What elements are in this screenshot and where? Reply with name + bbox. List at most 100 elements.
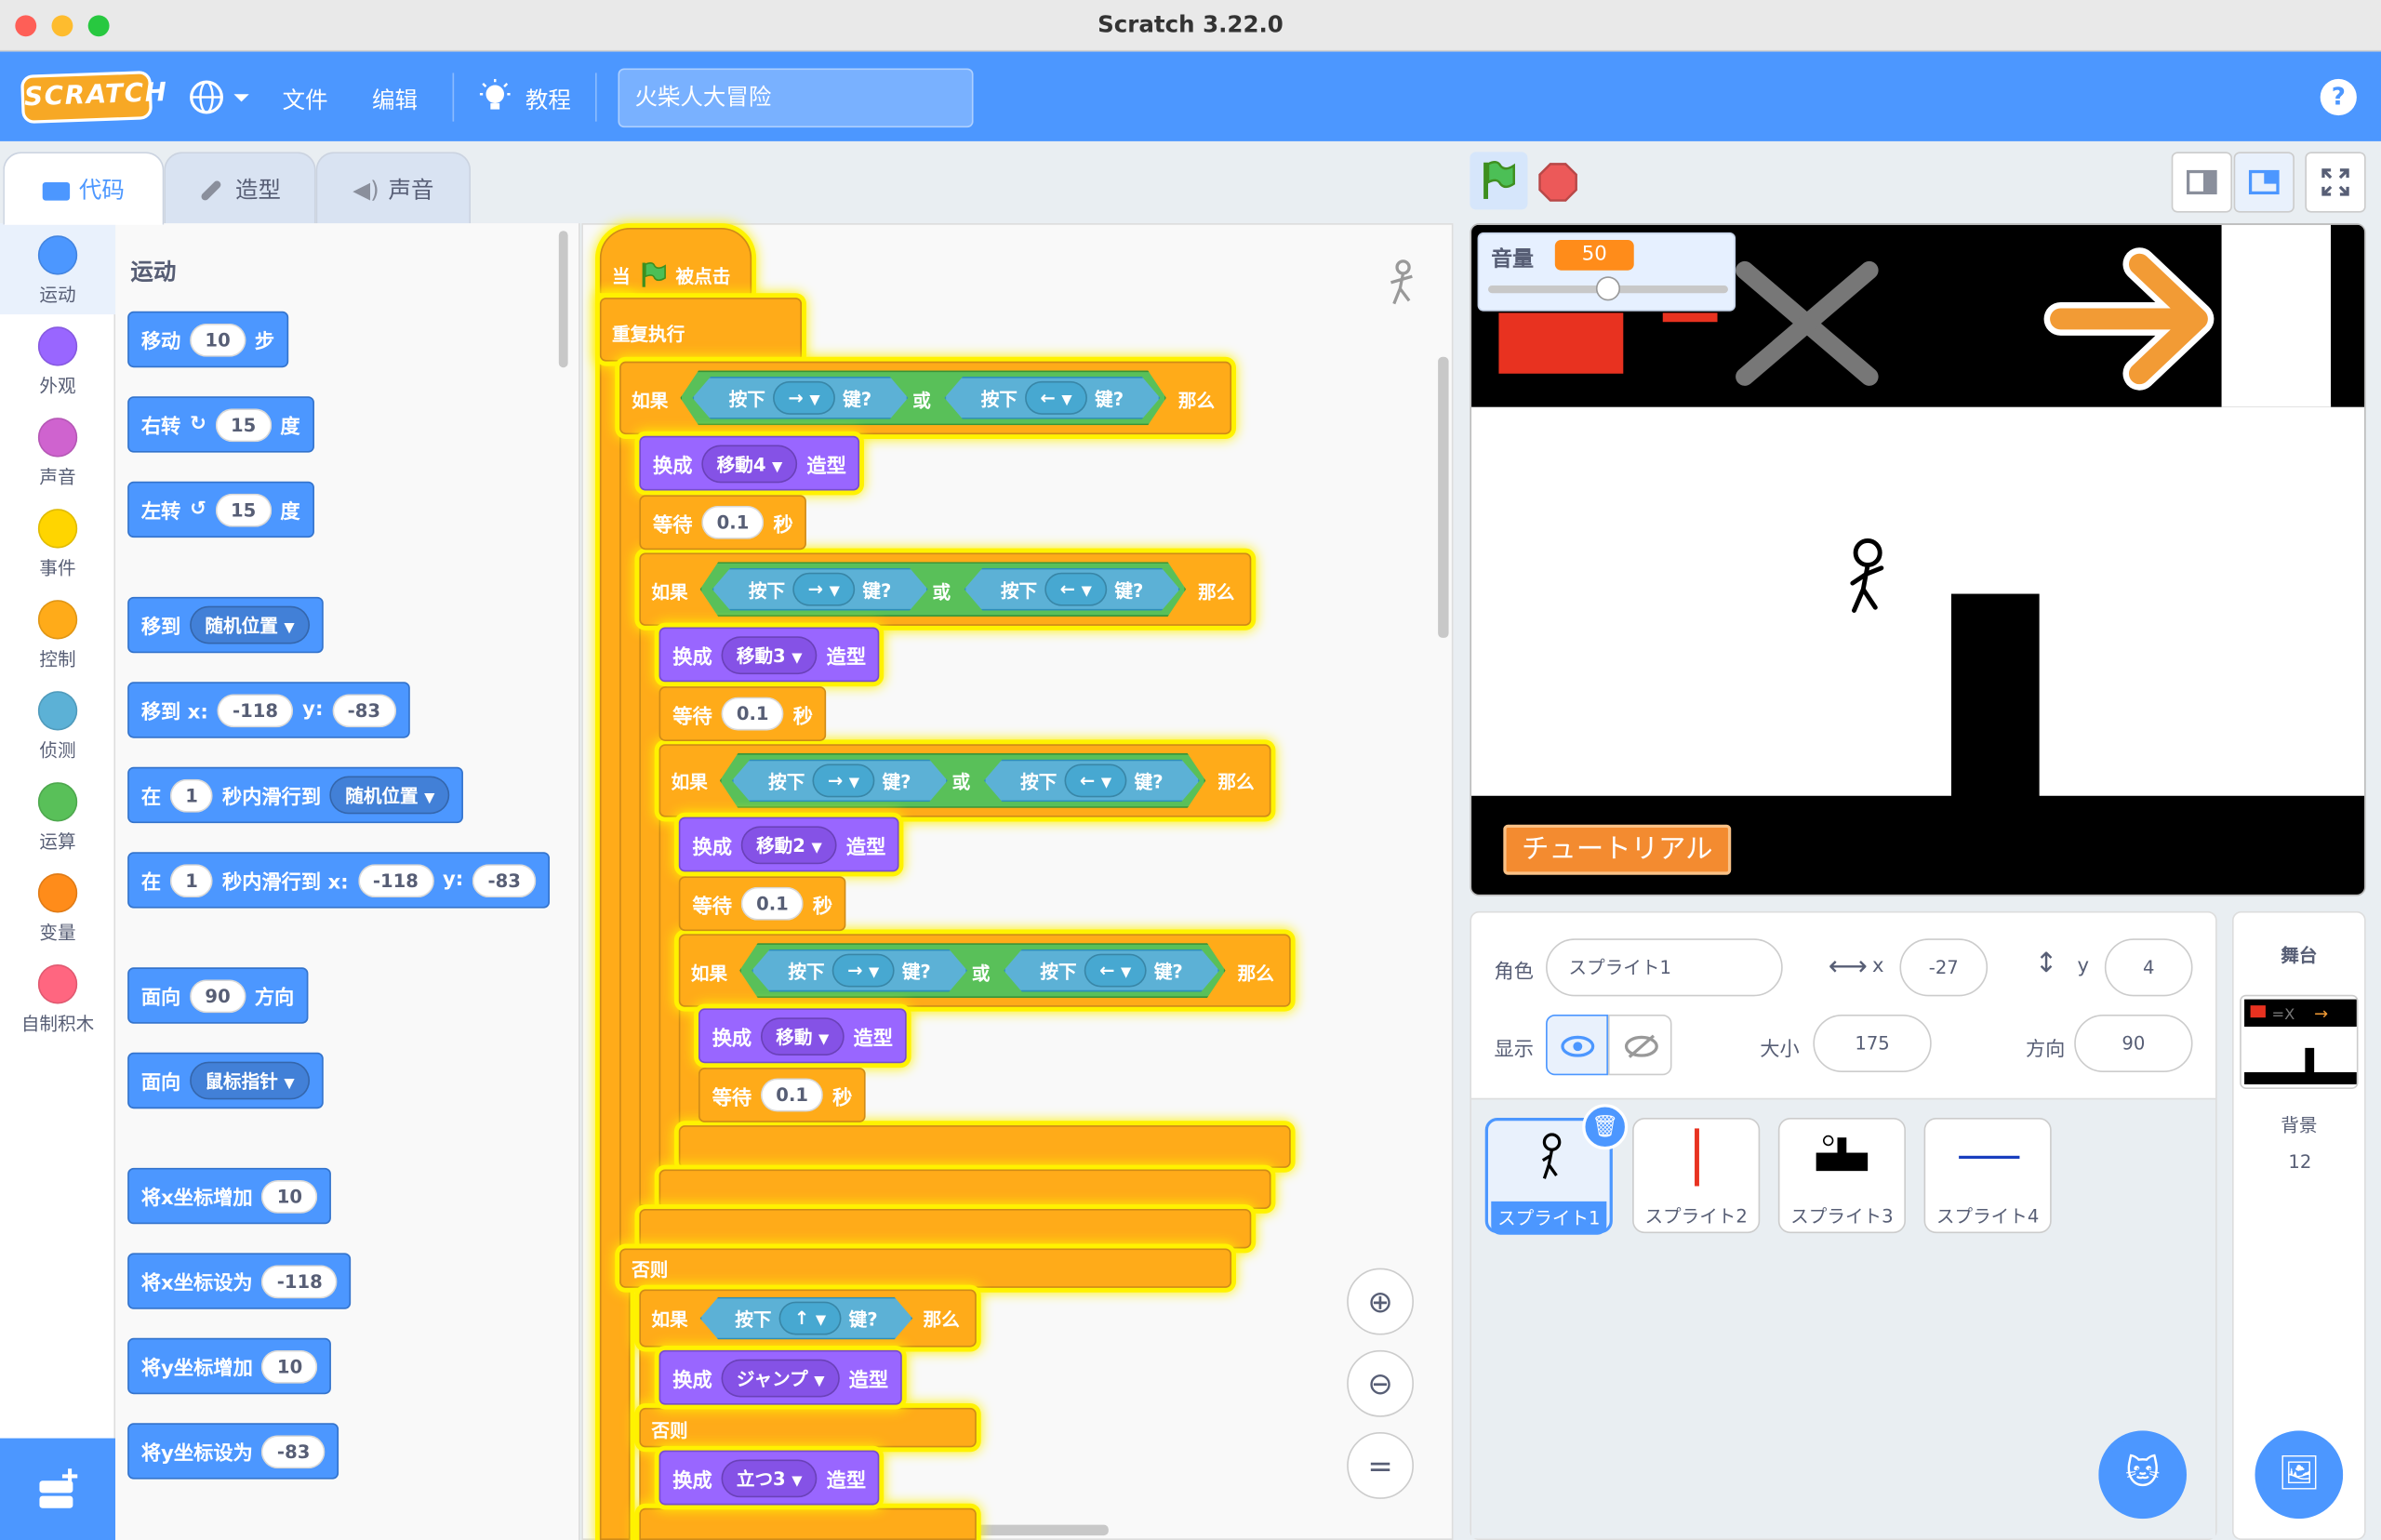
y-position-input[interactable]: 4 — [2104, 938, 2193, 997]
costume-dropdown[interactable]: 立つ3 ▼ — [721, 1458, 818, 1497]
key-pressed-right-block[interactable]: 按下 → ▼ 键? — [752, 949, 967, 992]
sprite-tile-4[interactable]: スプライト4 — [1923, 1117, 2052, 1234]
choose-sprite-button[interactable]: 🐱 — [2098, 1430, 2188, 1520]
point-direction-block[interactable]: 面向 90 方向 — [127, 967, 308, 1024]
size-input[interactable]: 175 — [1813, 1014, 1932, 1072]
switch-costume-block[interactable]: 换成 移動2 ▼ 造型 — [678, 816, 900, 872]
block-input[interactable]: -118 — [217, 693, 294, 727]
key-pressed-left-block[interactable]: 按下 ← ▼ 键? — [945, 377, 1161, 419]
green-flag-button[interactable] — [1470, 152, 1528, 210]
goto-xy-block[interactable]: 移到 x: -118 y: -83 — [127, 682, 410, 738]
goto-block[interactable]: 移到 随机位置 ▼ — [127, 596, 324, 654]
choose-backdrop-button[interactable]: 🖼 — [2255, 1430, 2344, 1520]
point-towards-dropdown[interactable]: 鼠标指针 ▼ — [190, 1061, 310, 1100]
category-variables[interactable]: 变量 — [0, 861, 115, 952]
block-input[interactable]: 10 — [190, 323, 246, 356]
key-dropdown[interactable]: → ▼ — [773, 381, 835, 415]
block-input[interactable]: 15 — [215, 492, 272, 526]
key-dropdown[interactable]: ← ▼ — [1065, 763, 1127, 797]
switch-costume-block[interactable]: 换成 ジャンプ ▼ 造型 — [658, 1349, 902, 1405]
category-motion[interactable]: 运动 — [0, 223, 116, 315]
switch-costume-block[interactable]: 换成 移動3 ▼ 造型 — [658, 627, 880, 683]
set-y-block[interactable]: 将y坐标设为 -83 — [127, 1423, 339, 1480]
costume-dropdown[interactable]: 移動 ▼ — [760, 1016, 845, 1055]
block-input[interactable]: -118 — [261, 1264, 339, 1298]
key-dropdown[interactable]: ← ▼ — [1044, 573, 1107, 606]
glide-dropdown[interactable]: 随机位置 ▼ — [329, 776, 450, 815]
block-input[interactable]: 0.1 — [721, 697, 784, 731]
change-y-block[interactable]: 将y坐标增加 10 — [127, 1337, 332, 1395]
stop-button[interactable] — [1536, 161, 1579, 209]
block-input[interactable]: 0.1 — [740, 886, 805, 921]
key-pressed-right-block[interactable]: 按下 → ▼ 键? — [692, 377, 908, 419]
glide-xy-block[interactable]: 在 1 秒内滑行到 x: -118 y: -83 — [127, 852, 550, 909]
set-x-block[interactable]: 将x坐标设为 -118 — [127, 1253, 352, 1309]
goto-dropdown[interactable]: 随机位置 ▼ — [190, 605, 310, 644]
category-events[interactable]: 事件 — [0, 497, 115, 588]
tutorial-button[interactable]: チュートリアル — [1503, 824, 1732, 875]
glide-block[interactable]: 在 1 秒内滑行到 随机位置 ▼ — [127, 766, 464, 824]
sprite-tile-3[interactable]: スプライト3 — [1777, 1117, 1906, 1234]
key-pressed-left-block[interactable]: 按下 ← ▼ 键? — [984, 760, 1200, 803]
zoom-in-button[interactable]: ⊕ — [1347, 1268, 1414, 1335]
key-dropdown[interactable]: → ▼ — [813, 763, 875, 797]
key-pressed-left-block[interactable]: 按下 ← ▼ 键? — [964, 568, 1180, 611]
x-position-input[interactable]: -27 — [1899, 938, 1989, 997]
category-operators[interactable]: 运算 — [0, 770, 115, 861]
palette-scrollbar[interactable] — [558, 231, 568, 368]
tutorials-menu[interactable]: 教程 — [525, 84, 571, 115]
wait-block[interactable]: 等待 0.1 秒 — [678, 876, 846, 932]
key-pressed-right-block[interactable]: 按下 → ▼ 键? — [732, 760, 948, 803]
block-input[interactable]: 10 — [261, 1179, 318, 1214]
switch-costume-block[interactable]: 换成 移動 ▼ 造型 — [698, 1008, 907, 1064]
costume-dropdown[interactable]: ジャンプ ▼ — [721, 1358, 840, 1397]
costume-dropdown[interactable]: 移動2 ▼ — [740, 825, 838, 864]
wait-block[interactable]: 等待 0.1 秒 — [639, 495, 807, 551]
backdrop-thumbnail[interactable]: =X → — [2240, 994, 2359, 1089]
block-input[interactable]: -83 — [472, 863, 537, 897]
direction-input[interactable]: 90 — [2074, 1014, 2193, 1072]
category-my-blocks[interactable]: 自制积木 — [0, 952, 115, 1043]
stage-canvas[interactable] — [1470, 223, 2366, 896]
block-input[interactable]: 1 — [169, 777, 214, 812]
large-stage-button[interactable] — [2233, 152, 2295, 213]
key-dropdown[interactable]: ↑ ▼ — [779, 1302, 842, 1335]
sprite-tile-2[interactable]: スプライト2 — [1632, 1117, 1761, 1234]
block-input[interactable]: 1 — [169, 863, 214, 897]
key-dropdown[interactable]: ← ▼ — [1084, 954, 1147, 988]
key-dropdown[interactable]: → ▼ — [792, 573, 855, 606]
when-flag-clicked-block[interactable]: 当 被点击 — [612, 261, 730, 288]
change-x-block[interactable]: 将x坐标增加 10 — [127, 1167, 332, 1225]
costume-dropdown[interactable]: 移動4 ▼ — [701, 444, 798, 483]
tab-costumes[interactable]: 造型 — [164, 152, 316, 225]
point-towards-block[interactable]: 面向 鼠标指针 ▼ — [127, 1052, 324, 1109]
tab-code[interactable]: 代码 — [3, 152, 165, 225]
show-visible-button[interactable] — [1546, 1014, 1608, 1076]
block-input[interactable]: -83 — [261, 1434, 326, 1468]
volume-slider-handle[interactable] — [1595, 276, 1621, 301]
move-steps-block[interactable]: 移动 10 步 — [127, 311, 288, 368]
block-input[interactable]: 10 — [261, 1349, 318, 1383]
block-input[interactable]: -118 — [357, 863, 434, 897]
key-pressed-right-block[interactable]: 按下 → ▼ 键? — [712, 568, 928, 611]
zoom-reset-button[interactable]: = — [1347, 1432, 1414, 1499]
turn-left-block[interactable]: 左转 ↺ 15 度 — [127, 481, 314, 538]
costume-dropdown[interactable]: 移動3 ▼ — [721, 635, 818, 674]
file-menu[interactable]: 文件 — [283, 84, 328, 115]
small-stage-button[interactable] — [2171, 152, 2232, 213]
category-looks[interactable]: 外观 — [0, 314, 115, 405]
edit-menu[interactable]: 编辑 — [372, 84, 418, 115]
add-extension-button[interactable] — [0, 1438, 116, 1540]
zoom-out-button[interactable]: ⊖ — [1347, 1349, 1414, 1417]
key-dropdown[interactable]: → ▼ — [832, 954, 895, 988]
help-icon[interactable]: ? — [2320, 78, 2357, 116]
show-hidden-button[interactable] — [1607, 1014, 1672, 1076]
turn-right-block[interactable]: 右转 ↻ 15 度 — [127, 396, 314, 453]
workspace-vertical-scrollbar[interactable] — [1438, 356, 1449, 638]
wait-block[interactable]: 等待 0.1 秒 — [658, 686, 827, 741]
scratch-logo[interactable]: SCRATCH — [20, 70, 168, 125]
tab-sounds[interactable]: ◀) 声音 — [315, 152, 472, 225]
block-input[interactable]: 15 — [215, 407, 272, 442]
delete-sprite-button[interactable]: 🗑 — [1582, 1104, 1629, 1150]
block-input[interactable]: 90 — [190, 978, 246, 1013]
